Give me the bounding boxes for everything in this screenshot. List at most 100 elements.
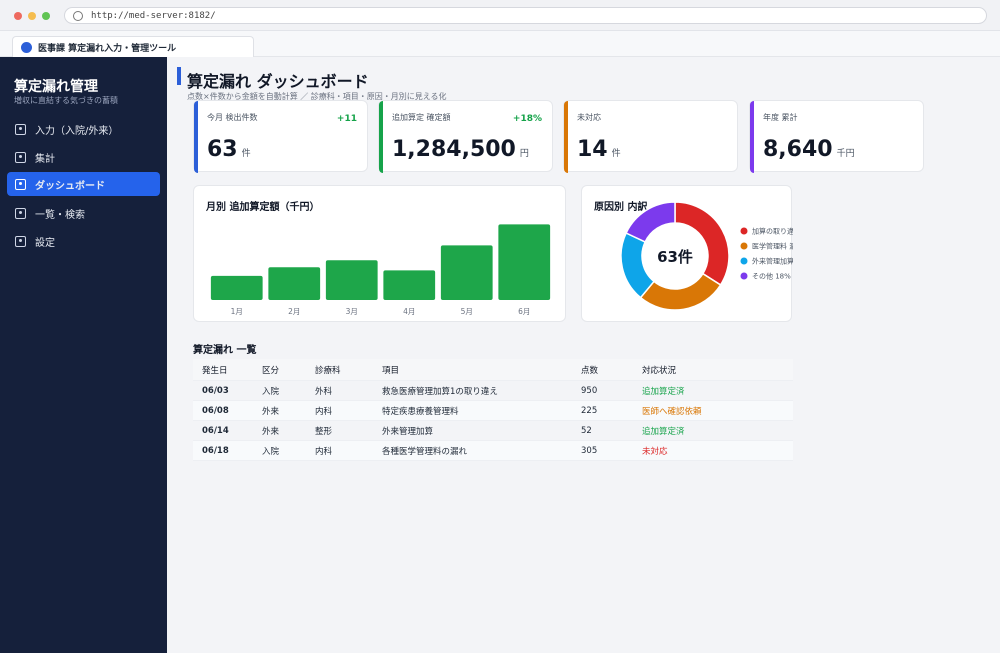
close-window-button[interactable] bbox=[14, 12, 22, 20]
sidebar-item-summary[interactable]: 集計 bbox=[7, 145, 160, 169]
table-cell: 06/18 bbox=[202, 445, 229, 456]
bar-4 bbox=[383, 270, 436, 300]
kpi-delta: +18% bbox=[512, 114, 542, 124]
table-cell: 06/14 bbox=[202, 425, 229, 436]
table-header-cell: 区分 bbox=[262, 365, 280, 376]
legend-label: その他 18% bbox=[752, 272, 791, 281]
table-cell: 外科 bbox=[315, 386, 333, 397]
legend-swatch bbox=[740, 257, 748, 265]
maximize-window-button[interactable] bbox=[42, 12, 50, 20]
kpi-card-confirmed-amount: 追加算定 確定額 +18% 1,284,500 円 bbox=[378, 100, 553, 173]
cause-donut-chart: 加算の取り違え 34% 医学管理料 漏れ 27% 外来管理加算 21% その他 18%… bbox=[620, 201, 793, 311]
table-header-cell: 発生日 bbox=[202, 365, 228, 376]
info-icon bbox=[73, 10, 83, 21]
table-row[interactable]: 06/14 外来 整形 外来管理加算 52 追加算定済 bbox=[193, 421, 793, 441]
bar-2 bbox=[268, 267, 321, 300]
table-header-row: 発生日 区分 診療科 項目 点数 対応状況 bbox=[193, 359, 793, 381]
legend-label: 外来管理加算 21% bbox=[752, 257, 793, 266]
table-cell: 内科 bbox=[315, 446, 333, 457]
title-accent-bar bbox=[177, 67, 181, 85]
browser-tab[interactable]: 医事課 算定漏れ入力・管理ツール bbox=[12, 36, 254, 57]
dashboard-icon bbox=[15, 178, 26, 190]
bar-tick-label: 2月 bbox=[288, 307, 300, 316]
kpi-label: 年度 累計 bbox=[763, 113, 798, 122]
table-row[interactable]: 06/08 外来 内科 特定疾患療養管理料 225 医師へ確認依頼 bbox=[193, 401, 793, 421]
table-cell: 内科 bbox=[315, 406, 333, 417]
table-header-cell: 診療科 bbox=[315, 365, 341, 376]
table-row[interactable]: 06/18 入院 内科 各種医学管理料の漏れ 305 未対応 bbox=[193, 441, 793, 461]
kpi-value-number: 8,640 bbox=[763, 137, 833, 162]
kpi-card-yearly-total: 年度 累計 8,640 千円 bbox=[749, 100, 924, 173]
donut-slice-2 bbox=[639, 272, 722, 311]
kpi-value: 8,640 千円 bbox=[763, 137, 855, 162]
table-title: 算定漏れ 一覧 bbox=[193, 345, 257, 356]
tab-bar: 医事課 算定漏れ入力・管理ツール bbox=[0, 31, 1000, 57]
table-cell: 305 bbox=[581, 445, 598, 456]
table-cell: 各種医学管理料の漏れ bbox=[382, 446, 468, 457]
page-title: 算定漏れ ダッシュボード bbox=[187, 72, 369, 91]
summary-icon bbox=[15, 151, 26, 163]
legend-label: 加算の取り違え 34% bbox=[752, 227, 793, 236]
kpi-accent-bar bbox=[750, 101, 754, 173]
sidebar-subtitle: 増収に直結する気づきの蓄積 bbox=[14, 96, 118, 105]
table-cell: 外来管理加算 bbox=[382, 426, 434, 437]
kpi-value-number: 14 bbox=[577, 137, 608, 162]
table-cell: 52 bbox=[581, 425, 592, 436]
table-cell: 未対応 bbox=[642, 446, 668, 457]
kpi-value: 14 件 bbox=[577, 137, 621, 162]
bar-5 bbox=[440, 245, 493, 300]
kpi-delta: +11 bbox=[336, 114, 357, 124]
donut-slice-1 bbox=[674, 201, 730, 286]
list-icon bbox=[15, 207, 26, 219]
kpi-accent-bar bbox=[564, 101, 568, 173]
sidebar: 算定漏れ管理 増収に直結する気づきの蓄積 入力（入院/外来） 集計 ダッシュボー… bbox=[0, 57, 167, 653]
table-header-cell: 項目 bbox=[382, 365, 400, 376]
sidebar-item-input[interactable]: 入力（入院/外来） bbox=[7, 117, 160, 141]
main-content: 算定漏れ ダッシュボード 点数×件数から金額を自動計算 ／ 診療科・項目・原因・… bbox=[167, 57, 1000, 653]
sidebar-item-label: 設定 bbox=[35, 237, 55, 249]
kpi-unit: 件 bbox=[241, 149, 251, 159]
bar-tick-label: 4月 bbox=[403, 307, 415, 316]
legend-label: 医学管理料 漏れ 27% bbox=[752, 242, 793, 251]
table-cell: 入院 bbox=[262, 446, 280, 457]
kpi-label: 未対応 bbox=[577, 113, 601, 122]
bar-tick-label: 5月 bbox=[461, 307, 473, 316]
sidebar-item-label: 入力（入院/外来） bbox=[35, 125, 119, 137]
kpi-accent-bar bbox=[379, 101, 383, 173]
donut-slice-3 bbox=[620, 232, 656, 299]
kpi-value-number: 63 bbox=[207, 137, 238, 162]
sidebar-item-label: ダッシュボード bbox=[35, 180, 105, 192]
table-row[interactable]: 06/03 入院 外科 救急医療管理加算1の取り違え 950 追加算定済 bbox=[193, 381, 793, 401]
kpi-unit: 円 bbox=[519, 149, 529, 159]
sidebar-item-dashboard[interactable]: ダッシュボード bbox=[7, 172, 160, 196]
table-cell: 外来 bbox=[262, 426, 280, 437]
legend-swatch bbox=[740, 227, 748, 235]
minimize-window-button[interactable] bbox=[28, 12, 36, 20]
kpi-card-monthly-count: 今月 検出件数 +11 63 件 bbox=[193, 100, 368, 173]
kpi-unit: 件 bbox=[611, 149, 621, 159]
input-icon bbox=[15, 123, 26, 135]
kpi-label: 追加算定 確定額 bbox=[392, 113, 451, 122]
url-text: http://med-server:8182/ bbox=[91, 10, 216, 21]
kpi-card-unhandled: 未対応 14 件 bbox=[563, 100, 738, 173]
bar-tick-label: 3月 bbox=[346, 307, 358, 316]
address-bar[interactable]: http://med-server:8182/ bbox=[64, 7, 987, 24]
favicon-icon bbox=[21, 41, 32, 53]
bar-tick-label: 6月 bbox=[518, 307, 530, 316]
kpi-value-number: 1,284,500 bbox=[392, 137, 516, 162]
sidebar-title: 算定漏れ管理 bbox=[14, 79, 98, 95]
bar-6 bbox=[498, 224, 551, 300]
kpi-unit: 千円 bbox=[836, 149, 855, 159]
table-cell: 特定疾患療養管理料 bbox=[382, 406, 459, 417]
monthly-bar-chart-panel: 月別 追加算定額（千円） 1月 2月 3月 4月 5月 6月 bbox=[193, 185, 566, 322]
legend-swatch bbox=[740, 272, 748, 280]
sidebar-item-list[interactable]: 一覧・検索 bbox=[7, 201, 160, 225]
bar-tick-label: 1月 bbox=[231, 307, 243, 316]
legend-swatch bbox=[740, 242, 748, 250]
sidebar-item-label: 集計 bbox=[35, 153, 55, 165]
bar-3 bbox=[325, 260, 378, 300]
sidebar-item-label: 一覧・検索 bbox=[35, 209, 85, 221]
kpi-value: 1,284,500 円 bbox=[392, 137, 529, 162]
browser-chrome: http://med-server:8182/ bbox=[0, 0, 1000, 31]
sidebar-item-settings[interactable]: 設定 bbox=[7, 229, 160, 253]
